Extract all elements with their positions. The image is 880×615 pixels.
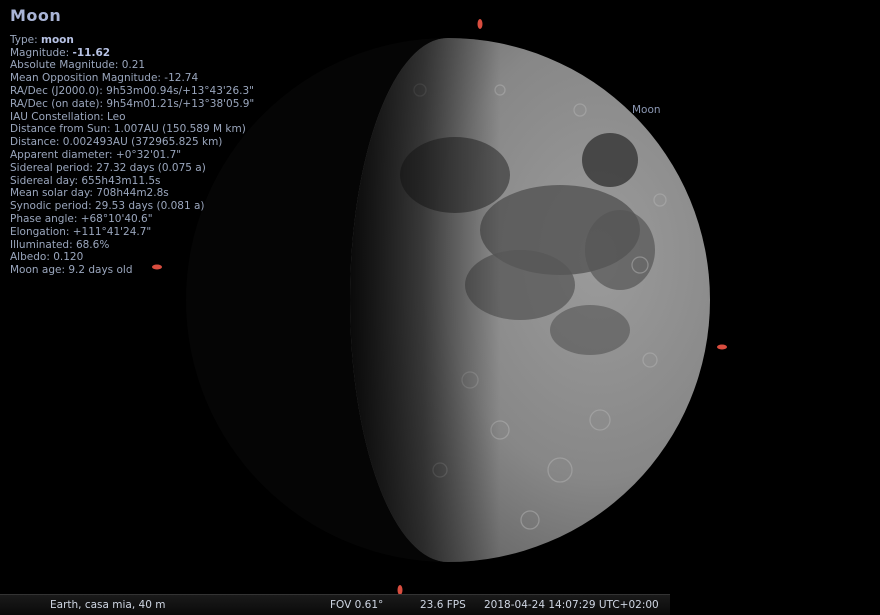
- info-line: Albedo: 0.120: [10, 251, 84, 264]
- info-line: Elongation: +111°41'24.7": [10, 225, 152, 238]
- object-info-panel: Moon Type: moon Magnitude: -11.62 Absolu…: [10, 6, 254, 277]
- info-line: Distance: 0.002493AU (372965.825 km): [10, 136, 223, 149]
- info-line: Phase angle: +68°10'40.6": [10, 212, 153, 225]
- fps-text: 23.6 FPS: [420, 599, 466, 611]
- datetime-text[interactable]: 2018-04-24 14:07:29 UTC+02:00: [484, 599, 659, 611]
- info-line: Apparent diameter: +0°32'01.7": [10, 148, 182, 161]
- status-bar: Earth, casa mia, 40 m FOV 0.61° 23.6 FPS…: [0, 594, 670, 615]
- object-info-lines: Absolute Magnitude: 0.21 Mean Opposition…: [10, 59, 254, 277]
- info-line: Absolute Magnitude: 0.21: [10, 59, 146, 72]
- info-line: RA/Dec (J2000.0): 9h53m00.94s/+13°43'26.…: [10, 84, 255, 97]
- info-line: Illuminated: 68.6%: [10, 238, 110, 251]
- info-line: Sidereal period: 27.32 days (0.075 a): [10, 161, 206, 174]
- info-line: Sidereal day: 655h43m11.5s: [10, 174, 161, 187]
- object-name: Moon: [10, 6, 62, 25]
- location-text[interactable]: Earth, casa mia, 40 m: [50, 599, 165, 611]
- object-magnitude: Magnitude: -11.62: [10, 46, 111, 59]
- info-line: Moon age: 9.2 days old: [10, 264, 133, 277]
- info-line: IAU Constellation: Leo: [10, 110, 126, 123]
- moon-sky-label[interactable]: Moon: [632, 104, 661, 116]
- object-type: Type: moon: [10, 33, 74, 46]
- info-line: Distance from Sun: 1.007AU (150.589 M km…: [10, 123, 246, 136]
- info-line: Mean solar day: 708h44m2.8s: [10, 187, 169, 200]
- info-line: Synodic period: 29.53 days (0.081 a): [10, 200, 205, 213]
- info-line: Mean Opposition Magnitude: -12.74: [10, 72, 199, 85]
- info-line: RA/Dec (on date): 9h54m01.21s/+13°38'05.…: [10, 97, 255, 110]
- sky-marker[interactable]: [717, 344, 727, 350]
- sky-marker[interactable]: [477, 19, 483, 29]
- fov-text: FOV 0.61°: [330, 599, 384, 611]
